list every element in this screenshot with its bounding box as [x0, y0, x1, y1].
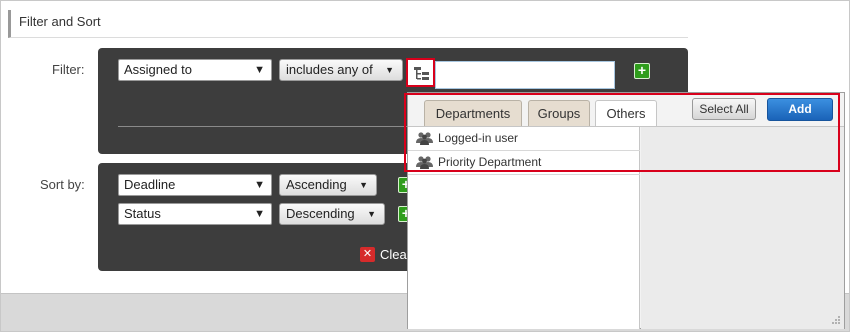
- resize-grip-icon[interactable]: [831, 315, 841, 325]
- filter-label: Filter:: [52, 62, 85, 77]
- chevron-down-icon: ▼: [367, 209, 376, 219]
- org-tree-icon: [414, 67, 429, 80]
- sort-field-select-1[interactable]: Deadline ▼: [118, 174, 272, 196]
- sort-order-value: Descending: [286, 206, 355, 221]
- add-filter-button[interactable]: +: [634, 63, 650, 79]
- filter-value-input[interactable]: [435, 61, 615, 89]
- sort-order-value: Ascending: [286, 177, 347, 192]
- filter-divider: [118, 126, 408, 127]
- sort-field-value: Status: [124, 206, 161, 221]
- sort-field-value: Deadline: [124, 177, 176, 192]
- sort-order-select-1[interactable]: Ascending ▼: [279, 174, 377, 196]
- sort-label: Sort by:: [40, 177, 85, 192]
- filter-operator-select[interactable]: includes any of ▼: [279, 59, 403, 81]
- filter-field-value: Assigned to: [124, 62, 192, 77]
- chevron-down-icon: ▼: [385, 65, 394, 75]
- dropdown-arrow-icon: ▼: [254, 179, 265, 191]
- filter-operator-value: includes any of: [286, 62, 373, 77]
- close-icon: ✕: [360, 247, 375, 262]
- filter-field-select[interactable]: Assigned to ▼: [118, 59, 272, 81]
- annotation-highlight: [404, 93, 840, 172]
- sort-field-select-2[interactable]: Status ▼: [118, 203, 272, 225]
- sort-order-select-2[interactable]: Descending ▼: [279, 203, 385, 225]
- section-title: Filter and Sort: [8, 10, 688, 38]
- chevron-down-icon: ▼: [359, 180, 368, 190]
- org-tree-picker-button[interactable]: [406, 58, 435, 87]
- dropdown-arrow-icon: ▼: [254, 208, 265, 220]
- dropdown-arrow-icon: ▼: [254, 64, 265, 76]
